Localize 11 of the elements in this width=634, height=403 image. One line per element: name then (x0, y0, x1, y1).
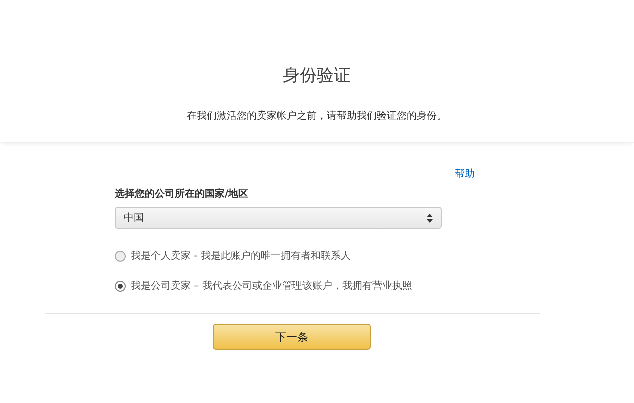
up-down-arrows-icon (427, 214, 433, 222)
next-button[interactable]: 下一条 (213, 324, 371, 350)
help-link[interactable]: 帮助 (455, 167, 475, 181)
page-title: 身份验证 (282, 65, 352, 87)
seller-type-label: 我是个人卖家 - 我是此账户的唯一拥有者和联系人 (131, 250, 351, 263)
radio-button[interactable] (115, 250, 126, 262)
seller-type-label: 我是公司卖家 – 我代表公司或企业管理该账户，我拥有营业执照 (131, 280, 412, 293)
page-subtitle: 在我们激活您的卖家帐户之前，请帮助我们验证您的身份。 (186, 110, 448, 123)
country-label: 选择您的公司所在的国家/地区 (115, 187, 250, 201)
radio-button[interactable] (115, 280, 126, 292)
country-select[interactable]: 中国 (115, 207, 442, 229)
